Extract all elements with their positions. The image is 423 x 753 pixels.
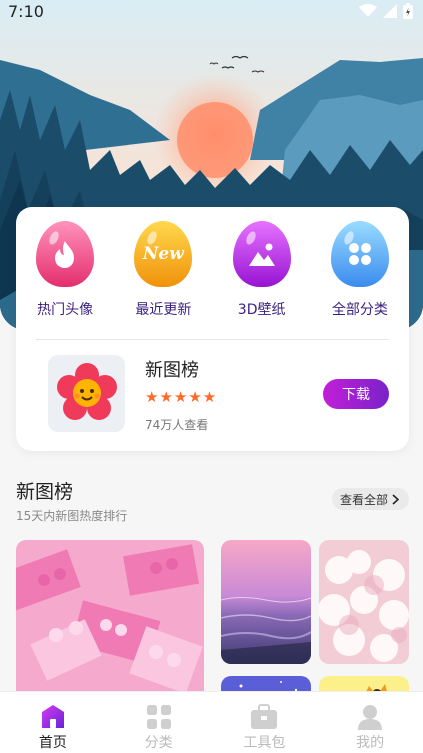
flame-icon: [36, 221, 95, 287]
quick-link-label: 全部分类: [331, 302, 388, 318]
quick-link-label: 热门头像: [37, 302, 94, 318]
status-time: 7:10: [8, 1, 44, 21]
profile-icon: [358, 705, 383, 730]
quick-link-recent[interactable]: New 最近更新: [114, 221, 212, 319]
grid-icon: [330, 221, 389, 287]
tab-toolbox[interactable]: 工具包: [212, 692, 318, 753]
battery-icon: [403, 3, 413, 19]
quick-link-hot-avatars[interactable]: 热门头像: [16, 221, 114, 319]
wallpaper-tile-pink-clouds[interactable]: [319, 540, 409, 664]
image-icon: [232, 221, 291, 287]
new-badge-icon: New: [134, 221, 193, 287]
quick-links: 热门头像 New 最近更新 3D壁纸 全部分类: [16, 221, 409, 319]
tab-label: 首页: [38, 735, 67, 751]
chevron-right-icon: [392, 493, 399, 505]
tab-label: 我的: [356, 735, 385, 751]
wifi-icon: [359, 4, 377, 17]
rank-item[interactable]: 新图榜 ★★★★★ 74万人查看 下载: [48, 352, 389, 434]
quick-link-label: 最近更新: [135, 302, 192, 318]
bottom-tab-bar: 首页 分类 工具包 我的: [0, 691, 423, 753]
new-badge-text: New: [142, 244, 184, 264]
home-icon: [41, 705, 64, 728]
tab-label: 工具包: [243, 735, 286, 751]
rank-thumbnail[interactable]: [48, 355, 125, 432]
wallpaper-tile-pink-blocks[interactable]: [16, 540, 204, 700]
view-count: 74万人查看: [145, 418, 209, 432]
toolbox-icon: [251, 704, 278, 729]
quick-access-card: 热门头像 New 最近更新 3D壁纸 全部分类 新图榜 ★★★★★ 74万人查看…: [16, 207, 409, 451]
wallpaper-tile-sunset-sea[interactable]: [221, 540, 311, 664]
tab-profile[interactable]: 我的: [317, 692, 423, 753]
section-title: 新图榜: [16, 481, 74, 503]
tab-home[interactable]: 首页: [0, 692, 106, 753]
tab-category[interactable]: 分类: [106, 692, 212, 753]
quick-link-3d-wallpaper[interactable]: 3D壁纸: [213, 221, 311, 319]
status-bar: 7:10: [0, 0, 423, 22]
divider: [36, 339, 389, 340]
tab-label: 分类: [144, 735, 173, 751]
rating-stars: ★★★★★: [145, 388, 218, 406]
signal-icon: [383, 4, 397, 18]
view-all-button[interactable]: 查看全部: [331, 488, 409, 510]
status-icons: [359, 3, 413, 19]
section-subtitle: 15天内新图热度排行: [16, 509, 128, 523]
flower-icon: [56, 362, 117, 420]
view-all-label: 查看全部: [339, 492, 388, 507]
quick-link-all-categories[interactable]: 全部分类: [311, 221, 409, 319]
download-button[interactable]: 下载: [323, 379, 389, 409]
category-icon: [146, 705, 171, 729]
rank-title: 新图榜: [145, 360, 199, 381]
quick-link-label: 3D壁纸: [237, 302, 286, 318]
